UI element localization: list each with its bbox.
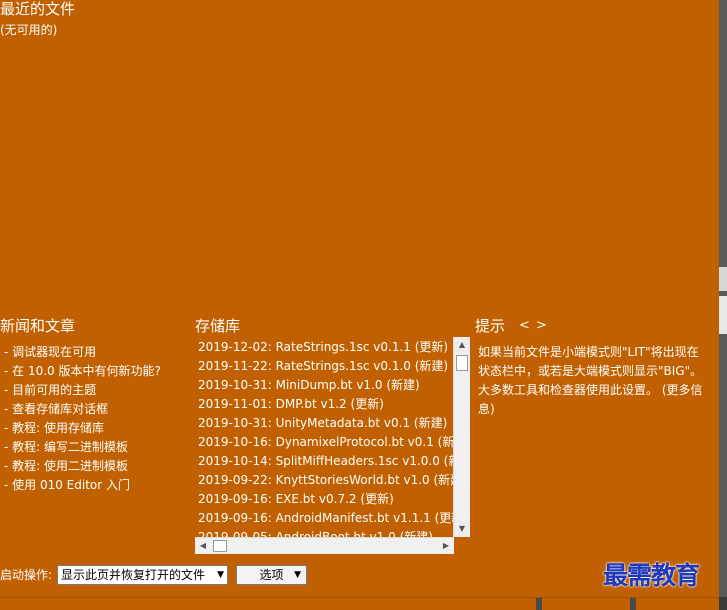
chevron-down-icon: ▼ [294,570,301,580]
tips-text: 如果当前文件是小端模式则"LIT"将出现在状态栏中，或若是大端模式则显示"BIG… [478,345,703,416]
news-item-repository-dialog[interactable]: - 查看存储库对话框 [4,400,161,419]
repository-box: 2019-12-02: RateStrings.1sc v0.1.1 (更新) … [195,337,454,554]
side-panel-stripe [719,597,727,610]
repository-item[interactable]: 2019-10-16: DynamixelProtocol.bt v0.1 (新… [198,434,454,450]
watermark-logo: 最需教育 [603,561,700,590]
news-section-title: 新闻和文章 [0,317,76,335]
repository-item[interactable]: 2019-10-31: UnityMetadata.bt v0.1 (新建) [198,415,447,431]
chevron-down-icon: ▼ [217,570,224,580]
scroll-down-icon[interactable]: ▼ [454,521,470,537]
scroll-thumb-horizontal[interactable] [213,540,227,552]
scroll-right-icon[interactable]: ▶ [438,538,454,554]
news-item-tutorial-use-template[interactable]: - 教程: 使用二进制模板 [4,457,161,476]
tips-nav: <> [519,317,553,335]
repository-section-title: 存储库 [195,317,241,335]
repository-item[interactable]: 2019-10-14: SplitMiffHeaders.1sc v1.0.0 … [198,453,454,469]
repository-horizontal-scrollbar[interactable]: ◀ ▶ [195,537,454,554]
scroll-thumb-vertical[interactable] [456,355,468,371]
side-panel-edge [719,0,727,610]
startup-action-select[interactable]: 显示此页并恢复打开的文件 ▼ [57,565,228,585]
scroll-up-icon[interactable]: ▲ [454,337,470,353]
repository-vertical-scrollbar[interactable]: ▲ ▼ [453,337,470,537]
recent-files-title: 最近的文件 [0,0,76,18]
news-item-tutorial-repository[interactable]: - 教程: 使用存储库 [4,419,161,438]
repository-item[interactable]: 2019-12-02: RateStrings.1sc v0.1.1 (更新) [198,339,448,355]
tips-prev-button[interactable]: < [519,318,536,333]
repository-item[interactable]: 2019-09-05: AndroidBoot.bt v1.0 (新建) [198,529,433,537]
status-strip-segment [630,598,636,610]
news-item-getting-started[interactable]: - 使用 010 Editor 入门 [4,476,161,495]
news-list: - 调试器现在可用 - 在 10.0 版本中有何新功能? - 目前可用的主题 -… [4,343,161,495]
status-strip [0,597,719,610]
news-item-debugger[interactable]: - 调试器现在可用 [4,343,161,362]
side-panel-stripe [719,296,727,334]
startup-action-value: 显示此页并恢复打开的文件 [61,568,206,582]
repository-item[interactable]: 2019-11-22: RateStrings.1sc v0.1.0 (新建) [198,358,448,374]
status-strip-segment [536,598,542,610]
options-button[interactable]: 选项 ▼ [236,565,307,585]
recent-files-empty: (无可用的) [0,23,58,37]
news-item-tutorial-write-template[interactable]: - 教程: 编写二进制模板 [4,438,161,457]
tips-next-button[interactable]: > [536,318,553,333]
news-item-whats-new[interactable]: - 在 10.0 版本中有何新功能? [4,362,161,381]
repository-item[interactable]: 2019-09-22: KnyttStoriesWorld.bt v1.0 (新… [198,472,454,488]
repository-item[interactable]: 2019-10-31: MiniDump.bt v1.0 (新建) [198,377,420,393]
repository-list: 2019-12-02: RateStrings.1sc v0.1.1 (更新) … [195,337,454,537]
repository-item[interactable]: 2019-09-16: EXE.bt v0.7.2 (更新) [198,491,394,507]
tips-section-title: 提示 [475,317,506,335]
scroll-left-icon[interactable]: ◀ [195,538,211,554]
side-panel-stripe [719,267,727,291]
repository-item[interactable]: 2019-09-16: AndroidManifest.bt v1.1.1 (更… [198,510,454,526]
options-button-label: 选项 [259,568,284,582]
repository-item[interactable]: 2019-11-01: DMP.bt v1.2 (更新) [198,396,384,412]
news-item-themes[interactable]: - 目前可用的主题 [4,381,161,400]
startup-action-label: 启动操作: [0,568,53,582]
